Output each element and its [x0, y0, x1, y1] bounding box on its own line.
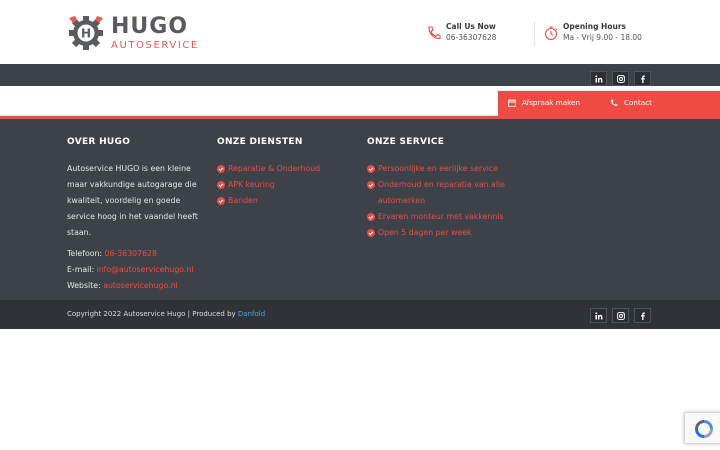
logo[interactable]: H HUGO AUTOSERVICE: [67, 14, 197, 52]
services-list: Reparatie & Onderhoud APK keuring Banden: [217, 161, 357, 209]
copyright-bar: Copyright 2022 Autoservice Hugo | Produc…: [0, 300, 720, 329]
calendar-icon: [508, 98, 516, 107]
services-item[interactable]: Reparatie & Onderhoud: [217, 161, 357, 177]
phone-row: Telefoon: 06-36307628: [67, 246, 207, 262]
appointment-button[interactable]: Afspraak maken: [508, 98, 580, 107]
about-heading: OVER HUGO: [67, 137, 131, 147]
check-circle-icon: [367, 213, 375, 221]
service-heading: ONZE SERVICE: [367, 137, 445, 147]
gear-logo-icon: H: [69, 16, 103, 50]
service-item: Ervaren monteur met vakkennis: [367, 209, 507, 225]
instagram-button-top[interactable]: [612, 71, 629, 86]
phone-link[interactable]: 06-36307628: [105, 249, 157, 258]
call-us-block: Call Us Now 06-36307628: [426, 22, 526, 50]
linkedin-button-top[interactable]: [590, 71, 607, 86]
recaptcha-badge[interactable]: [684, 412, 720, 444]
facebook-icon: [640, 75, 645, 83]
opening-hours-value: Ma - Vrij 9.00 - 18.00: [563, 33, 642, 42]
site-header: H HUGO AUTOSERVICE Call Us Now 06-363076…: [0, 0, 720, 64]
contact-label: Contact: [624, 98, 652, 107]
site-footer: OVER HUGO Autoservice HUGO is een kleine…: [0, 116, 720, 300]
check-circle-icon: [217, 197, 225, 205]
stopwatch-icon: [544, 26, 558, 41]
instagram-icon: [616, 311, 625, 320]
services-item[interactable]: APK keuring: [217, 177, 357, 193]
logo-subtitle: AUTOSERVICE: [111, 40, 199, 51]
appointment-label: Afspraak maken: [522, 98, 580, 107]
service-item-label: Open 5 dagen per week: [378, 228, 472, 237]
service-column: ONZE SERVICE Persoonlijke en eerlijke se…: [367, 137, 507, 241]
cta-bar: Afspraak maken Contact: [498, 91, 720, 116]
service-item: Persoonlijke en eerlijke service: [367, 161, 507, 177]
website-label: Website:: [67, 281, 101, 290]
linkedin-icon: [594, 74, 602, 82]
service-list: Persoonlijke en eerlijke service Onderho…: [367, 161, 507, 241]
instagram-icon: [616, 74, 625, 83]
opening-hours-title: Opening Hours: [563, 22, 626, 31]
contact-button[interactable]: Contact: [610, 98, 652, 107]
website-link[interactable]: autoservicehugo.nl: [103, 281, 178, 290]
copyright-text: Copyright 2022 Autoservice Hugo | Produc…: [67, 310, 265, 318]
service-item-label: Ervaren monteur met vakkennis: [378, 212, 504, 221]
service-item: Onderhoud en reparatie van alle automerk…: [367, 177, 507, 209]
check-circle-icon: [217, 181, 225, 189]
services-item-label: Banden: [228, 196, 258, 205]
email-row: E-mail: info@autoservicehugo.nl: [67, 262, 207, 278]
call-us-number[interactable]: 06-36307628: [446, 33, 496, 42]
check-circle-icon: [367, 229, 375, 237]
producer-link[interactable]: Danfold: [238, 310, 265, 318]
phone-icon: [428, 26, 441, 40]
check-circle-icon: [367, 165, 375, 173]
services-item[interactable]: Banden: [217, 193, 357, 209]
services-heading: ONZE DIENSTEN: [217, 137, 303, 147]
facebook-button-bottom[interactable]: [634, 308, 651, 323]
copyright-label: Copyright 2022 Autoservice Hugo | Produc…: [67, 310, 236, 318]
linkedin-icon: [594, 311, 602, 319]
svg-text:H: H: [81, 27, 91, 41]
phone-icon: [610, 99, 618, 106]
check-circle-icon: [367, 181, 375, 189]
about-column: OVER HUGO Autoservice HUGO is een kleine…: [67, 137, 207, 294]
recaptcha-icon: [695, 420, 713, 438]
logo-name: HUGO: [111, 14, 189, 39]
call-us-title: Call Us Now: [446, 22, 496, 31]
instagram-button-bottom[interactable]: [612, 308, 629, 323]
phone-label: Telefoon:: [67, 249, 103, 258]
about-text: Autoservice HUGO is een kleine maar vakk…: [67, 164, 198, 237]
services-column: ONZE DIENSTEN Reparatie & Onderhoud APK …: [217, 137, 357, 209]
facebook-button-top[interactable]: [634, 71, 651, 86]
linkedin-button-bottom[interactable]: [590, 308, 607, 323]
website-row: Website: autoservicehugo.nl: [67, 278, 207, 294]
check-circle-icon: [217, 165, 225, 173]
service-item-label: Persoonlijke en eerlijke service: [378, 164, 498, 173]
service-item: Open 5 dagen per week: [367, 225, 507, 241]
opening-hours-block: Opening Hours Ma - Vrij 9.00 - 18.00: [543, 22, 653, 50]
email-link[interactable]: info@autoservicehugo.nl: [97, 265, 194, 274]
email-label: E-mail:: [67, 265, 95, 274]
top-bar: [0, 64, 720, 86]
services-item-label: APK keuring: [228, 180, 275, 189]
services-item-label: Reparatie & Onderhoud: [228, 164, 321, 173]
service-item-label: Onderhoud en reparatie van alle automerk…: [378, 180, 505, 205]
facebook-icon: [640, 312, 645, 320]
header-divider: [534, 22, 535, 46]
